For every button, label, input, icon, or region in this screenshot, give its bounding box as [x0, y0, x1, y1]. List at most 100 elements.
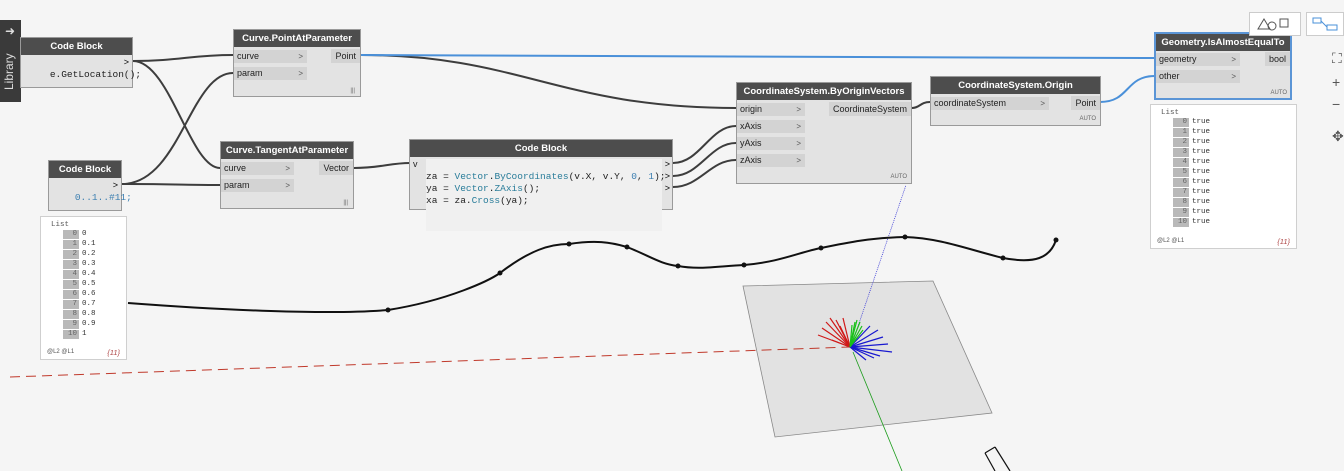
port-label: param: [224, 180, 250, 190]
geometry-view-icon: [1257, 18, 1289, 31]
code-editor[interactable]: za = Vector.ByCoordinates(v.X, v.Y, 0, 1…: [426, 159, 666, 231]
node-title: Code Block: [49, 161, 121, 178]
list-item: 7 true: [1173, 188, 1210, 197]
list-item: 6 0.6: [63, 290, 96, 299]
output-port-za[interactable]: >: [665, 159, 670, 169]
watch-preview-bools[interactable]: List 0 true 1 true 2 true 3 true 4 true 5 true 6 true…: [1150, 104, 1297, 249]
list-item: 1 0.1: [63, 240, 96, 249]
chevron-right-icon: >: [285, 181, 290, 190]
list-item: 1 true: [1173, 128, 1210, 137]
input-port-param[interactable]: param >: [234, 67, 307, 80]
lacing-indicator[interactable]: AUTO: [1270, 90, 1287, 96]
output-port-bool[interactable]: bool: [1264, 52, 1290, 66]
input-port-coordinate-system[interactable]: coordinateSystem >: [931, 97, 1049, 110]
port-label: yAxis: [740, 138, 762, 148]
lacing-indicator[interactable]: AUTO: [1079, 116, 1096, 122]
lacing-indicator[interactable]: AUTO: [890, 174, 907, 180]
watch-preview-numbers[interactable]: List 0 0 1 0.1 2 0.2 3 0.3 4 0.4 5 0.5 6 0.6 7 0.7 8 0.8 9…: [40, 216, 127, 360]
code-block-node-2[interactable]: Code Block 0..1..#11; >: [48, 160, 132, 211]
port-label: zAxis: [740, 155, 762, 165]
list-item: 3 true: [1173, 148, 1210, 157]
port-label: v: [413, 159, 418, 169]
input-port-origin[interactable]: origin >: [737, 103, 805, 116]
output-port-arrow[interactable]: >: [124, 57, 129, 67]
chevron-right-icon: >: [1040, 99, 1045, 108]
list-levels: @L2 @L1: [47, 349, 75, 355]
coordinate-system-by-origin-vectors-node[interactable]: CoordinateSystem.ByOriginVectors origin >…: [736, 82, 912, 184]
code-block-node-3[interactable]: Code Block v za = Vector.ByCoordinates(v…: [409, 139, 673, 231]
input-port-yaxis[interactable]: yAxis >: [737, 137, 805, 150]
chevron-right-icon: >: [796, 156, 801, 165]
list-count: {11}: [1277, 237, 1290, 246]
chevron-right-icon: >: [796, 122, 801, 131]
list-item: 2 0.2: [63, 250, 96, 259]
input-port-v[interactable]: v: [410, 158, 422, 171]
lacing-indicator[interactable]: |||: [343, 200, 348, 206]
geometry-view-button[interactable]: [1249, 12, 1301, 36]
chevron-right-icon: >: [298, 69, 303, 78]
output-port-point[interactable]: Point: [331, 49, 360, 63]
graph-view-button[interactable]: [1306, 12, 1344, 36]
list-item: 0 true: [1173, 118, 1210, 127]
port-label: geometry: [1159, 54, 1197, 64]
output-port-point[interactable]: Point: [1071, 96, 1100, 110]
code-line: e.GetLocation();: [49, 69, 142, 80]
zoom-out-icon[interactable]: −: [1332, 96, 1340, 112]
list-item: 8 0.8: [63, 310, 96, 319]
input-port-curve[interactable]: curve >: [221, 162, 294, 175]
chevron-right-icon: >: [298, 52, 303, 61]
canvas-background[interactable]: [0, 0, 1344, 471]
list-count: {11}: [107, 348, 120, 357]
list-header: List: [1161, 109, 1180, 117]
code-line-3: xa = za.Cross(ya);: [426, 195, 529, 206]
node-title: CoordinateSystem.Origin: [931, 77, 1100, 94]
output-port-arrow[interactable]: >: [113, 180, 118, 190]
input-port-geometry[interactable]: geometry >: [1156, 53, 1240, 66]
list-item: 10 1: [63, 330, 87, 339]
output-port-coordinate-system[interactable]: CoordinateSystem: [828, 102, 911, 116]
chevron-right-icon: >: [796, 139, 801, 148]
list-item: 00: [63, 230, 87, 239]
list-item: 3 0.3: [63, 260, 96, 269]
input-port-param[interactable]: param >: [221, 179, 294, 192]
list-item: 10 true: [1173, 218, 1210, 227]
input-port-other[interactable]: other >: [1156, 70, 1240, 83]
pan-icon[interactable]: ✥: [1332, 128, 1344, 145]
code-line: 0..1..#11;: [74, 192, 132, 203]
list-header: List: [51, 221, 70, 229]
output-port-ya[interactable]: >: [665, 171, 670, 181]
input-port-xaxis[interactable]: xAxis >: [737, 120, 805, 133]
output-port-xa[interactable]: >: [665, 183, 670, 193]
port-label: xAxis: [740, 121, 762, 131]
zoom-in-icon[interactable]: +: [1332, 74, 1340, 90]
chevron-right-icon: >: [796, 105, 801, 114]
port-label: other: [1159, 71, 1180, 81]
code-line-2: ya = Vector.ZAxis();: [426, 183, 541, 194]
list-item: 4 true: [1173, 158, 1210, 167]
geometry-is-almost-equal-to-node[interactable]: Geometry.IsAlmostEqualTo geometry > other…: [1154, 32, 1292, 100]
curve-point-at-parameter-node[interactable]: Curve.PointAtParameter curve > param > Poi…: [233, 29, 361, 97]
code-block-node-1[interactable]: Code Block e.GetLocation(); >: [20, 37, 141, 88]
node-title: Code Block: [410, 140, 672, 157]
node-title: Curve.PointAtParameter: [234, 30, 360, 47]
lacing-indicator[interactable]: |||: [350, 88, 355, 94]
fit-view-icon[interactable]: ⛶: [1332, 50, 1342, 67]
library-panel-tab[interactable]: ➜ Library: [0, 20, 21, 102]
curve-tangent-at-parameter-node[interactable]: Curve.TangentAtParameter curve > param > V…: [220, 141, 354, 209]
list-item: 7 0.7: [63, 300, 96, 309]
chevron-right-icon: >: [1231, 72, 1236, 81]
output-port-vector[interactable]: Vector: [319, 161, 353, 175]
coordinate-system-origin-node[interactable]: CoordinateSystem.Origin coordinateSystem…: [930, 76, 1101, 126]
port-label: param: [237, 68, 263, 78]
ground-plane: [742, 280, 993, 438]
x-axis-dashed-line: [9, 346, 851, 378]
node-title: Code Block: [21, 38, 132, 55]
input-port-zaxis[interactable]: zAxis >: [737, 154, 805, 167]
chevron-right-icon: >: [1231, 55, 1236, 64]
zoom-controls: ⛶ + − ✥: [1330, 40, 1344, 150]
input-port-curve[interactable]: curve >: [234, 50, 307, 63]
list-item: 5 true: [1173, 168, 1210, 177]
library-label: Library: [2, 53, 16, 90]
code-text[interactable]: 0..1..#11;: [52, 180, 132, 216]
code-line-1: za = Vector.ByCoordinates(v.X, v.Y, 0, 1…: [426, 171, 666, 182]
